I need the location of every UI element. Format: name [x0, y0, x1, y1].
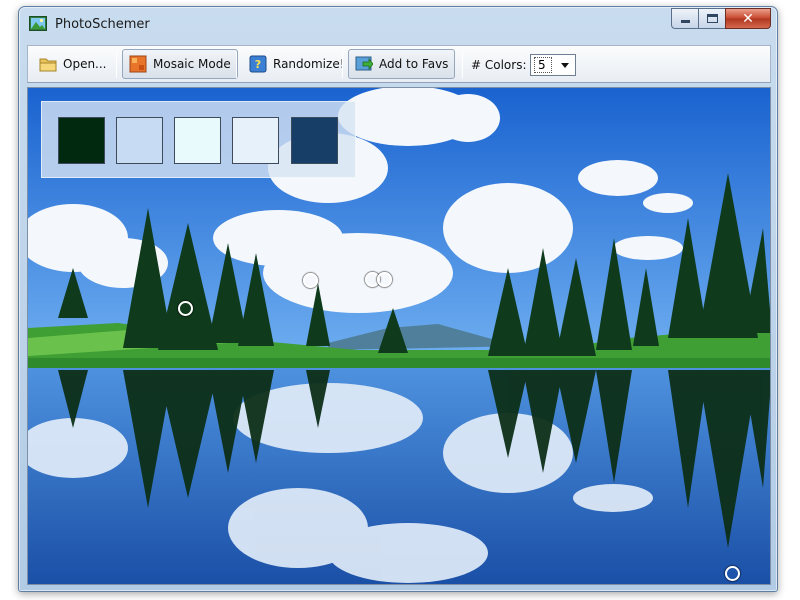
picture-icon [29, 16, 47, 31]
color-swatch[interactable] [58, 117, 105, 164]
maximize-icon [706, 14, 718, 23]
add-favorite-icon [355, 56, 373, 71]
color-swatch[interactable] [291, 117, 338, 164]
randomize-label: Randomize! [273, 57, 345, 71]
title-bar[interactable]: PhotoSchemer ✕ [19, 7, 777, 41]
open-button[interactable]: Open... [32, 49, 114, 79]
window-title: PhotoSchemer [55, 17, 150, 32]
color-swatch[interactable] [116, 117, 163, 164]
minimize-button[interactable] [671, 8, 698, 29]
photo-canvas[interactable] [27, 87, 771, 585]
maximize-button[interactable] [698, 8, 725, 29]
mosaic-icon [129, 55, 147, 73]
add-to-favs-label: Add to Favs [379, 57, 449, 71]
caption-buttons: ✕ [671, 8, 771, 30]
colors-count-select[interactable]: 5 [530, 54, 576, 76]
toolbar: Open... Mosaic Mode ? Randomize! Add to … [27, 45, 771, 83]
toolbar-separator [236, 52, 237, 78]
chevron-down-icon [561, 63, 569, 68]
svg-text:?: ? [255, 58, 261, 71]
color-sample-marker[interactable] [725, 566, 740, 581]
mosaic-mode-label: Mosaic Mode [153, 57, 231, 71]
color-swatch[interactable] [232, 117, 279, 164]
minimize-icon [680, 20, 690, 23]
close-icon: ✕ [742, 10, 754, 27]
close-button[interactable]: ✕ [725, 8, 771, 29]
color-sample-marker[interactable] [178, 301, 193, 316]
app-window: PhotoSchemer ✕ Open... Mosaic Mode ? Ran… [18, 6, 778, 592]
colors-count-value: 5 [534, 57, 552, 73]
open-button-label: Open... [63, 57, 107, 71]
color-sample-marker[interactable] [377, 272, 392, 287]
colors-count-label: # Colors: [471, 58, 527, 72]
randomize-button[interactable]: ? Randomize! [242, 49, 352, 79]
palette-panel [41, 101, 356, 178]
color-sample-marker[interactable] [303, 273, 318, 288]
mosaic-mode-button[interactable]: Mosaic Mode [122, 49, 238, 79]
add-to-favs-button[interactable]: Add to Favs [348, 49, 456, 79]
toolbar-separator [342, 52, 343, 78]
folder-icon [39, 58, 57, 72]
dice-icon: ? [249, 55, 267, 73]
toolbar-separator [116, 52, 117, 78]
toolbar-separator [462, 52, 463, 78]
color-swatch[interactable] [174, 117, 221, 164]
